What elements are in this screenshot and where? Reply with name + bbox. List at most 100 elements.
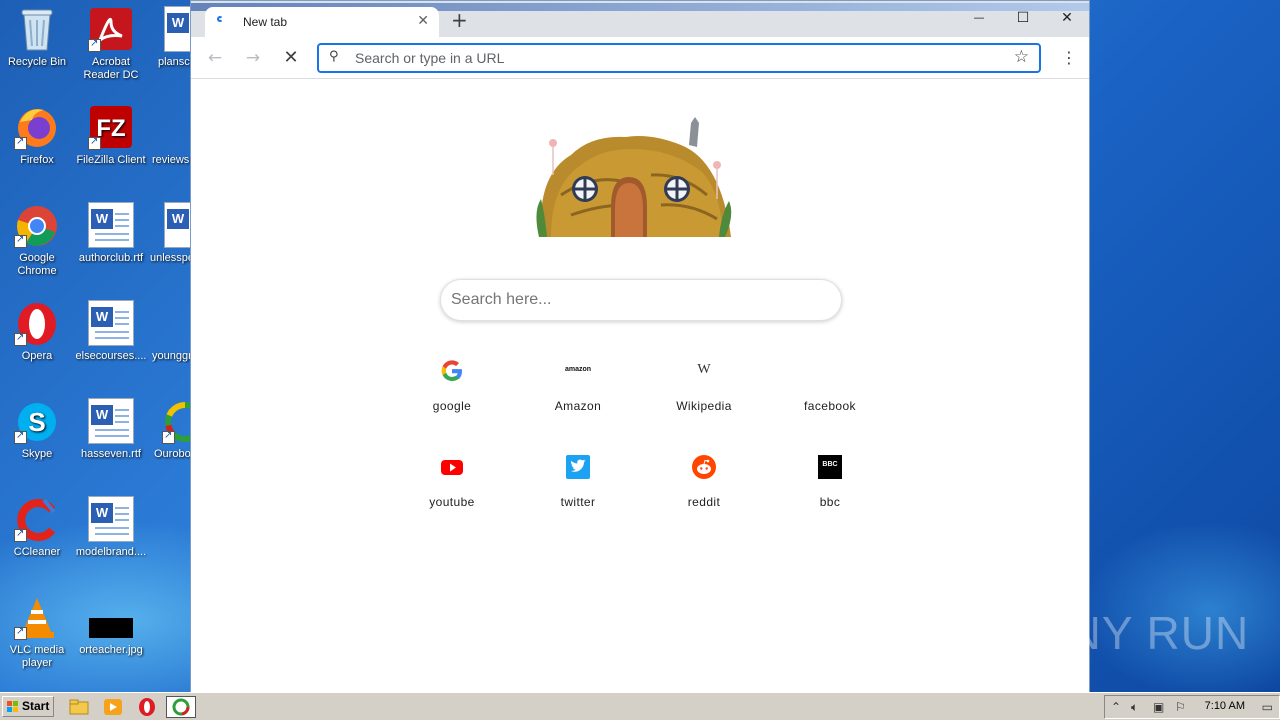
- youtube-icon: [438, 453, 466, 481]
- forward-arrow-icon[interactable]: →: [241, 47, 265, 69]
- desktop-icon-recycle-bin[interactable]: Recycle Bin: [0, 6, 74, 69]
- close-window-button[interactable]: ✕: [1045, 5, 1089, 31]
- desktop-icon-firefox[interactable]: Firefox: [0, 104, 74, 167]
- desktop-icon-elsecourses[interactable]: W elsecourses....: [74, 300, 148, 363]
- tile-youtube[interactable]: youtube: [402, 439, 502, 519]
- show-hidden-icons-icon[interactable]: ⌃: [1111, 700, 1121, 714]
- maximize-button[interactable]: ☐: [1001, 5, 1045, 31]
- tab-close-icon[interactable]: ✕: [417, 13, 429, 29]
- new-tab-page: google amazon Amazon W Wikipedia faceboo…: [191, 79, 1089, 693]
- word-doc-icon: W: [88, 398, 134, 444]
- desktop-icon-reviews[interactable]: reviews: [148, 104, 190, 167]
- desktop-icon-label: Firefox: [20, 154, 54, 166]
- desktop-icon-label: elsecourses....: [75, 350, 147, 362]
- address-input[interactable]: [355, 49, 995, 67]
- svg-text:S: S: [28, 407, 45, 437]
- tile-twitter[interactable]: twitter: [528, 439, 628, 519]
- word-doc-icon: W: [164, 202, 190, 248]
- tile-label: Wikipedia: [676, 399, 732, 413]
- tile-label: google: [432, 399, 472, 413]
- tab-title: New tab: [243, 15, 288, 29]
- tile-facebook[interactable]: facebook: [780, 343, 880, 423]
- tile-label: facebook: [804, 399, 856, 413]
- tile-label: reddit: [687, 495, 721, 509]
- desktop-icon-vlc[interactable]: VLC media player: [0, 594, 74, 670]
- desktop-icon-label: authorclub.rtf: [78, 252, 144, 264]
- tile-bbc[interactable]: BBC bbc: [780, 439, 880, 519]
- show-desktop-icon[interactable]: ▭: [1262, 700, 1273, 714]
- desktop-icon-label: younggr: [152, 350, 190, 362]
- word-doc-icon: W: [88, 202, 134, 248]
- wikipedia-icon: W: [690, 357, 718, 385]
- tile-reddit[interactable]: reddit: [654, 439, 754, 519]
- page-search-input[interactable]: [451, 290, 821, 310]
- desktop-icon-chrome[interactable]: Google Chrome: [0, 202, 74, 278]
- desktop-icon-unlesspe[interactable]: W unlesspe: [148, 202, 190, 265]
- desktop-icon-label: reviews: [152, 154, 190, 166]
- google-icon: [438, 357, 466, 385]
- ouroboros-taskbar-icon[interactable]: [166, 696, 196, 718]
- tile-wikipedia[interactable]: W Wikipedia: [654, 343, 754, 423]
- desktop-icon-label: Recycle Bin: [7, 56, 67, 68]
- desktop-icon-label: CCleaner: [13, 546, 61, 558]
- windows-flag-icon: [7, 701, 19, 712]
- desktop-icon-filezilla[interactable]: FZ FileZilla Client: [74, 104, 148, 167]
- hut-illustration: [531, 115, 741, 239]
- vlc-icon: [14, 594, 60, 640]
- desktop-icon-younggr[interactable]: younggr: [148, 300, 190, 363]
- desktop-icon-label: planscu: [158, 56, 190, 68]
- bookmark-star-icon[interactable]: ☆: [1014, 47, 1029, 67]
- bbc-logo-text: BBC: [822, 461, 838, 468]
- word-doc-icon: W: [88, 300, 134, 346]
- network-icon[interactable]: ▣: [1153, 700, 1164, 714]
- tile-amazon[interactable]: amazon Amazon: [528, 343, 628, 423]
- desktop-icon-ccleaner[interactable]: CCleaner: [0, 496, 74, 559]
- new-tab-button[interactable]: +: [451, 7, 468, 33]
- word-doc-icon: W: [164, 6, 190, 52]
- taskbar: Start ⌃ 🔈︎ ▣ ⚐ 7:10 AM ▭: [0, 692, 1280, 720]
- acrobat-icon: [88, 6, 134, 52]
- desktop-icon-acrobat[interactable]: Acrobat Reader DC: [74, 6, 148, 82]
- desktop-icon-modelbrand[interactable]: W modelbrand....: [74, 496, 148, 559]
- desktop-icon-authorclub[interactable]: W authorclub.rtf: [74, 202, 148, 265]
- address-bar[interactable]: ⚲ ☆: [317, 43, 1041, 73]
- explorer-taskbar-icon[interactable]: [68, 697, 90, 717]
- action-center-flag-icon[interactable]: ⚐: [1175, 700, 1186, 714]
- minimize-button[interactable]: —: [957, 5, 1001, 31]
- opera-taskbar-icon[interactable]: [136, 697, 158, 717]
- recycle-bin-icon: [14, 6, 60, 52]
- reddit-icon: [690, 453, 718, 481]
- desktop-icon-label: Acrobat Reader DC: [83, 56, 139, 81]
- browser-toolbar: ← → ✕ ⚲ ☆ ⋮: [191, 37, 1089, 79]
- browser-titlebar: New tab ✕ + — ☐ ✕: [191, 1, 1089, 37]
- bbc-icon: BBC: [816, 453, 844, 481]
- desktop-icon-skype[interactable]: S Skype: [0, 398, 74, 461]
- start-button[interactable]: Start: [2, 696, 54, 717]
- clock[interactable]: 7:10 AM: [1205, 700, 1245, 712]
- browser-menu-icon[interactable]: ⋮: [1061, 47, 1077, 69]
- tile-label: twitter: [560, 495, 596, 509]
- stop-loading-icon[interactable]: ✕: [279, 47, 303, 69]
- skype-icon: S: [14, 398, 60, 444]
- desktop-icon-hasseven[interactable]: W hasseven.rtf: [74, 398, 148, 461]
- desktop-icon-ourobo[interactable]: Ourobo: [148, 398, 190, 461]
- tile-google[interactable]: google: [402, 343, 502, 423]
- firefox-icon: [14, 104, 60, 150]
- wikipedia-logo-text: W: [697, 362, 711, 377]
- word-doc-icon: W: [88, 496, 134, 542]
- chrome-icon: [14, 202, 60, 248]
- volume-icon[interactable]: 🔈︎: [1131, 700, 1138, 715]
- back-arrow-icon[interactable]: ←: [203, 47, 227, 69]
- desktop-icon-planscu[interactable]: W planscu: [148, 6, 190, 69]
- ouroboros-icon: [162, 398, 190, 444]
- desktop-icon-label: FileZilla Client: [76, 154, 146, 166]
- file-icon: [148, 300, 190, 346]
- filezilla-icon: FZ: [88, 104, 134, 150]
- page-search-box[interactable]: [440, 279, 842, 321]
- desktop-icon-label: orteacher.jpg: [79, 644, 143, 656]
- desktop-icon-label: Google Chrome: [17, 252, 57, 277]
- desktop-icon-orteacher[interactable]: orteacher.jpg: [74, 594, 148, 657]
- desktop-icon-opera[interactable]: Opera: [0, 300, 74, 363]
- media-player-taskbar-icon[interactable]: [102, 697, 124, 717]
- tab-new-tab[interactable]: New tab ✕: [205, 7, 439, 37]
